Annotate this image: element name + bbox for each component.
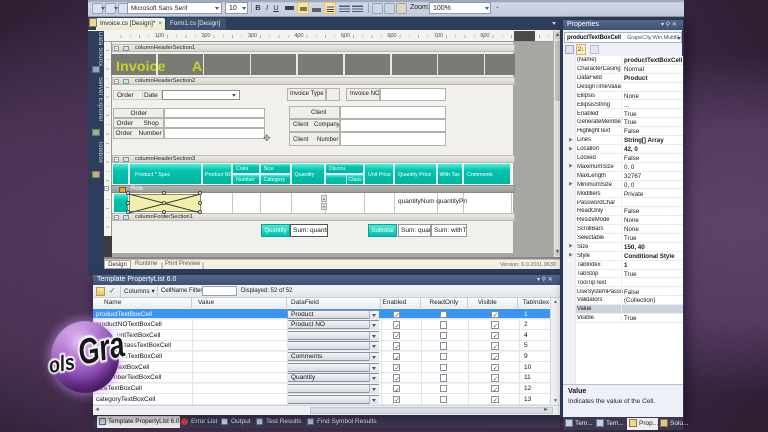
svg-text:ols: ols [47,351,77,379]
svg-text:Gra: Gra [74,323,128,373]
